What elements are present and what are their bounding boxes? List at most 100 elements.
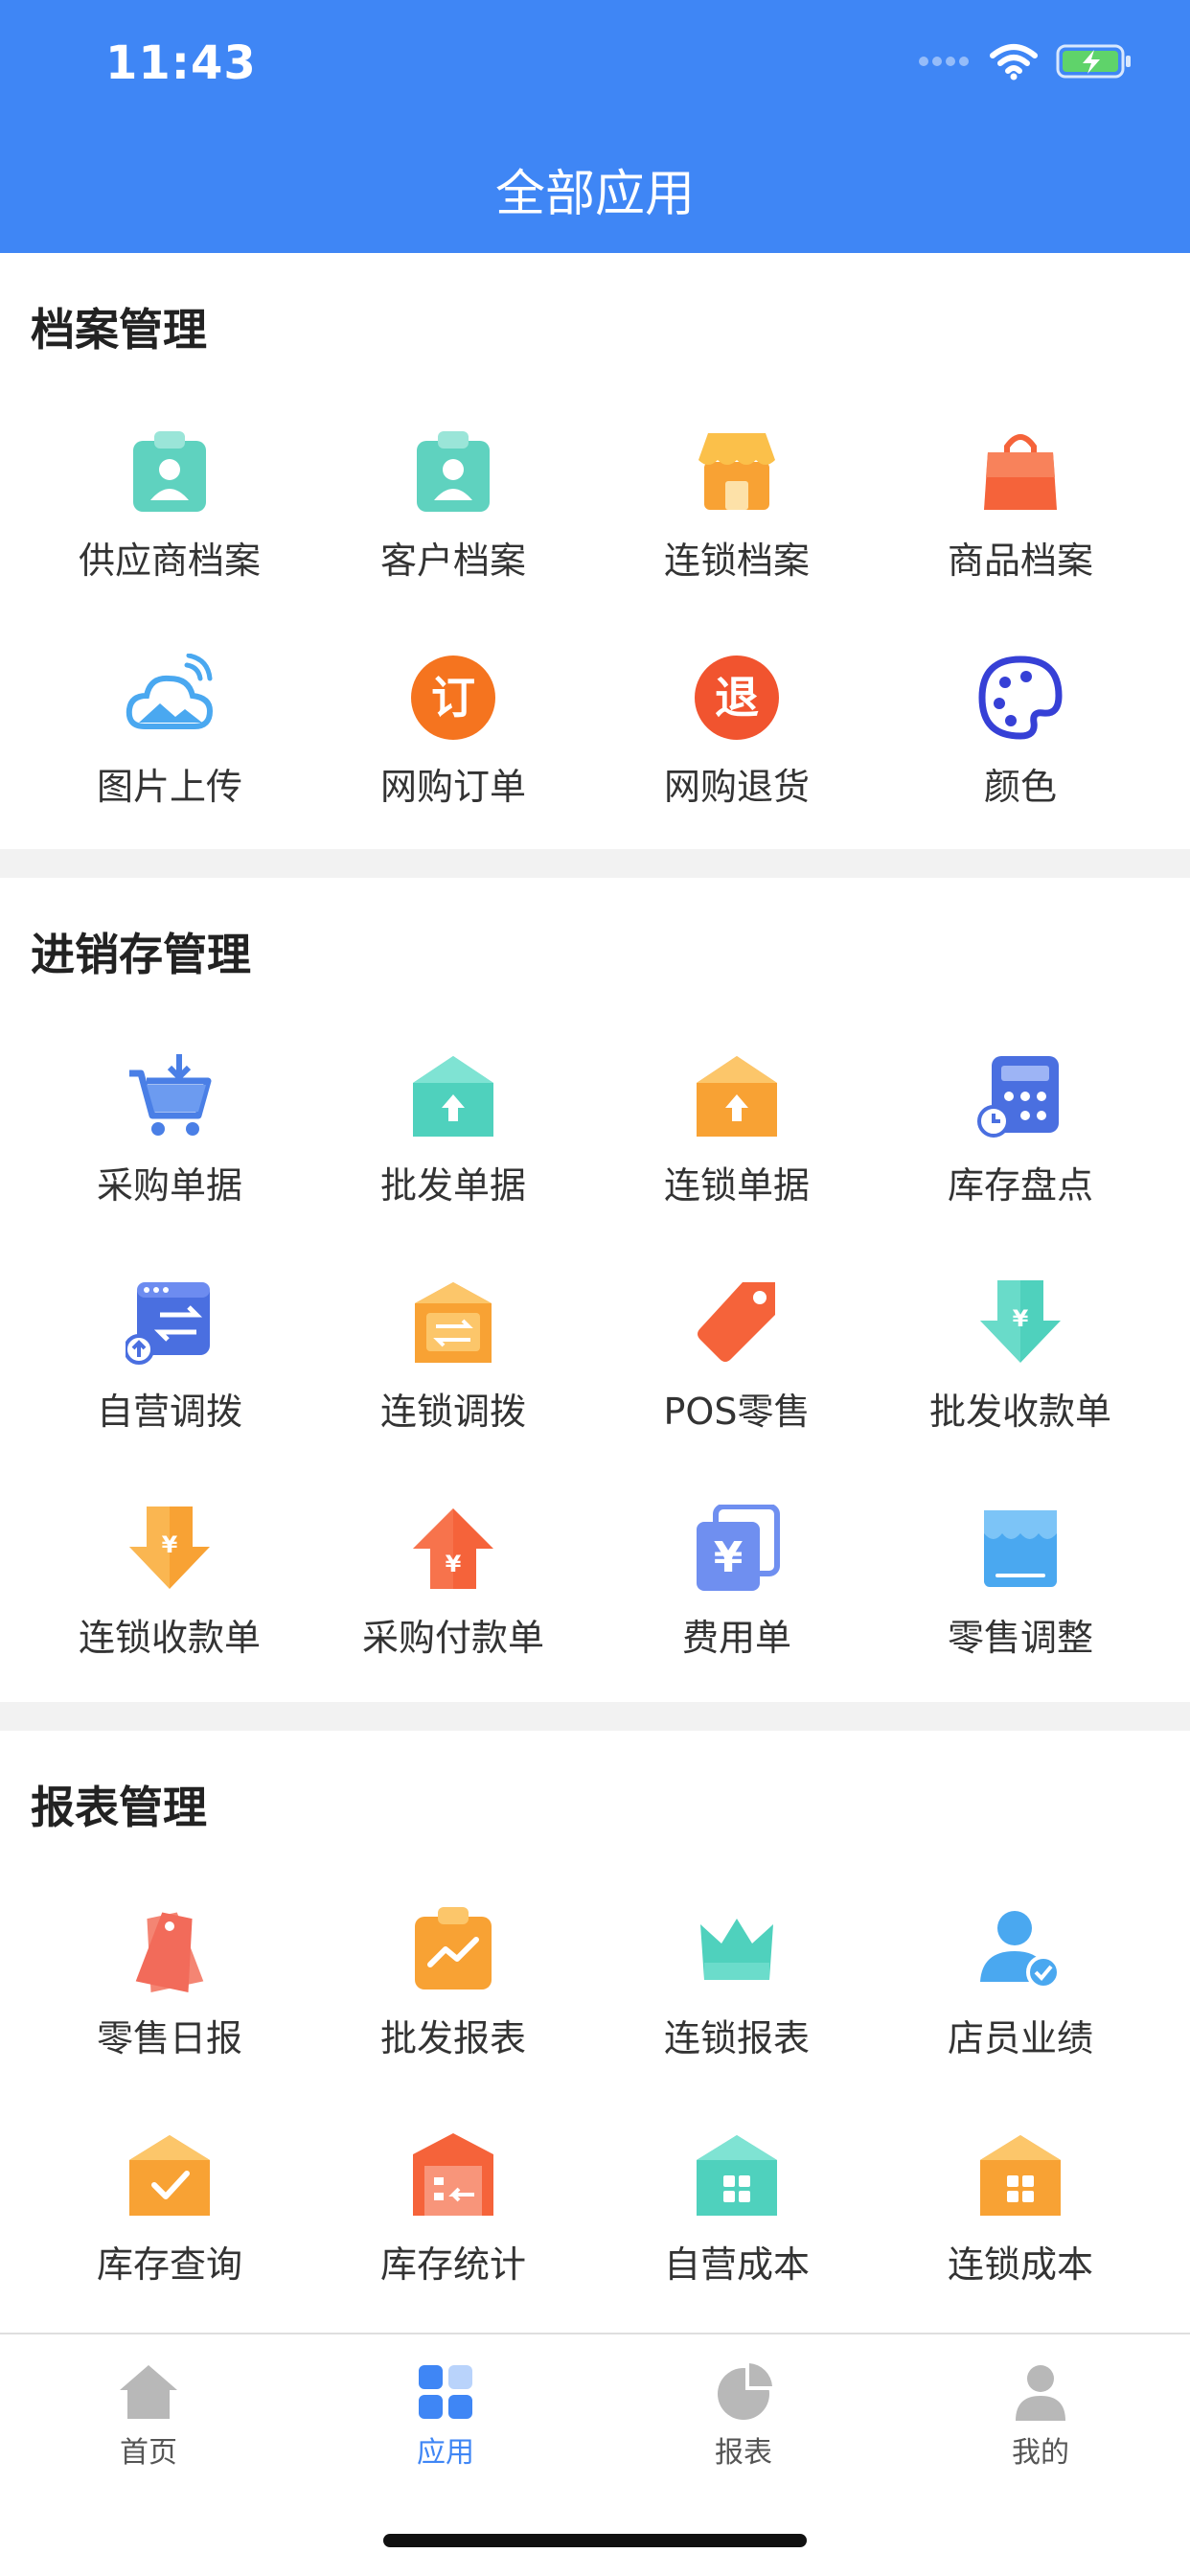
header-bar: 11:43 全部应用 [0,0,1190,253]
app-label: 网购订单 [379,766,526,808]
section-inventory: 进销存管理 采购单据 批发单据 连锁单据 库存盘点 自营调拨 连锁调拨 POS零… [0,878,1190,1702]
tab-apps[interactable]: 应用 [350,2361,541,2470]
tui-return-icon: 退 [693,654,781,742]
tab-label: 首页 [120,2436,177,2470]
arrow-down-yen-teal-icon: ¥ [976,1278,1064,1367]
app-online-return[interactable]: 退 网购退货 [593,654,881,845]
app-online-order[interactable]: 订 网购订单 [309,654,597,845]
arrow-down-yen-orange-icon: ¥ [126,1505,214,1593]
user-check-icon [976,1905,1064,1993]
tab-home[interactable]: 首页 [53,2361,244,2470]
app-label: 供应商档案 [78,540,261,582]
house-up-teal-icon [409,1052,497,1140]
app-label: 采购付款单 [361,1617,544,1659]
app-label: 连锁调拨 [379,1391,526,1433]
app-chain-receipt[interactable]: ¥ 连锁收款单 [26,1505,313,1696]
app-label: POS零售 [663,1391,811,1433]
app-label: 颜色 [983,766,1057,808]
app-label: 连锁成本 [947,2243,1093,2286]
tags-icon [126,1905,214,1993]
palette-icon [976,654,1064,742]
app-label: 图片上传 [96,766,242,808]
app-retail-adjust[interactable]: 零售调整 [877,1505,1164,1696]
awning-icon [976,1505,1064,1593]
app-stocktake[interactable]: 库存盘点 [877,1052,1164,1244]
wifi-icon [989,42,1039,84]
app-chain-docs[interactable]: 连锁单据 [593,1052,881,1244]
app-retail-daily[interactable]: 零售日报 [26,1905,313,2097]
app-label: 零售调整 [947,1617,1093,1659]
house-up-orange-icon [693,1052,781,1140]
house-check-icon [126,2131,214,2220]
status-indicators [918,42,1133,84]
app-chain-archive[interactable]: 连锁档案 [593,427,881,619]
section-archive: 档案管理 供应商档案 客户档案 连锁档案 商品档案 图片上传 订 网购订单 退 … [0,253,1190,849]
app-chain-cost[interactable]: 连锁成本 [877,2131,1164,2323]
tab-mine[interactable]: 我的 [945,2361,1136,2470]
app-label: 库存盘点 [947,1164,1093,1207]
app-self-cost[interactable]: 自营成本 [593,2131,881,2323]
app-wholesale-receipt[interactable]: ¥ 批发收款单 [877,1278,1164,1470]
app-purchase-docs[interactable]: 采购单据 [26,1052,313,1244]
app-label: 库存统计 [379,2243,526,2286]
tui-glyph: 退 [715,672,759,724]
app-stock-query[interactable]: 库存查询 [26,2131,313,2323]
app-label: 商品档案 [947,540,1093,582]
section-title: 进销存管理 [31,929,251,980]
ding-glyph: 订 [431,672,475,724]
cart-icon [126,1052,214,1140]
app-label: 店员业绩 [947,2017,1093,2059]
app-purchase-payment[interactable]: ¥ 采购付款单 [309,1505,597,1696]
house-grid-orange-icon [976,2131,1064,2220]
page-title: 全部应用 [494,166,695,223]
section-title: 报表管理 [31,1782,207,1833]
app-label: 网购退货 [663,766,810,808]
calculator-icon [976,1052,1064,1140]
shopping-bag-icon [976,427,1064,516]
app-expense[interactable]: ¥ 费用单 [593,1505,881,1696]
app-product-archive[interactable]: 商品档案 [877,427,1164,619]
app-image-upload[interactable]: 图片上传 [26,654,313,845]
transfer-window-icon [126,1278,214,1367]
price-tag-icon [693,1278,781,1367]
ding-order-icon: 订 [409,654,497,742]
app-label: 费用单 [681,1617,791,1659]
app-label: 自营成本 [663,2243,810,2286]
app-wholesale-report[interactable]: 批发报表 [309,1905,597,2097]
app-wholesale-docs[interactable]: 批发单据 [309,1052,597,1244]
user-icon [1010,2361,1071,2423]
app-label: 零售日报 [96,2017,242,2059]
yen-cards-icon: ¥ [693,1505,781,1593]
app-label: 批发收款单 [928,1391,1111,1433]
app-label: 批发报表 [379,2017,526,2059]
section-title: 档案管理 [31,304,207,356]
app-self-transfer[interactable]: 自营调拨 [26,1278,313,1470]
app-customer-archive[interactable]: 客户档案 [309,427,597,619]
arrow-up-yen-red-icon: ¥ [409,1505,497,1593]
app-chain-report[interactable]: 连锁报表 [593,1905,881,2097]
tab-reports[interactable]: 报表 [648,2361,839,2470]
app-stock-stats[interactable]: 库存统计 [309,2131,597,2323]
clipboard-chart-icon [409,1905,497,1993]
transfer-box-icon [409,1278,497,1367]
crown-icon [693,1905,781,1993]
tab-label: 我的 [1012,2436,1069,2470]
app-clerk-performance[interactable]: 店员业绩 [877,1905,1164,2097]
app-label: 库存查询 [96,2243,242,2286]
home-indicator[interactable] [383,2534,807,2547]
yen-glyph: ¥ [162,1531,178,1558]
home-icon [118,2361,179,2423]
app-label: 连锁报表 [663,2017,810,2059]
store-icon [693,427,781,516]
app-color[interactable]: 颜色 [877,654,1164,845]
yen-glyph: ¥ [446,1551,462,1577]
house-grid-teal-icon [693,2131,781,2220]
section-reports: 报表管理 零售日报 批发报表 连锁报表 店员业绩 库存查询 库存统计 自营成本 … [0,1731,1190,2333]
app-pos-retail[interactable]: POS零售 [593,1278,881,1470]
app-supplier-archive[interactable]: 供应商档案 [26,427,313,619]
app-screen: 11:43 全部应用 档案管理 供应商档案 客户档案 连锁档案 商品档案 图片上… [0,0,1190,2576]
app-chain-transfer[interactable]: 连锁调拨 [309,1278,597,1470]
tab-label: 应用 [417,2436,474,2470]
app-label: 客户档案 [379,540,526,582]
warehouse-icon [409,2131,497,2220]
